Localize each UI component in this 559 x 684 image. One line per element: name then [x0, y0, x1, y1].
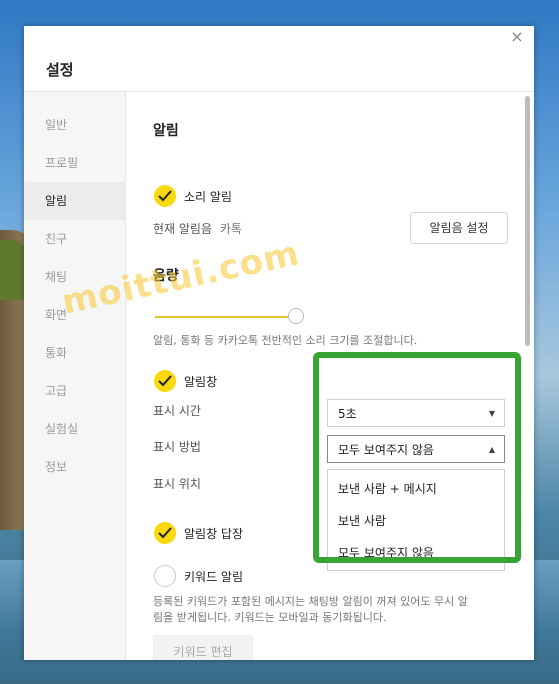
popup-reply-label: 알림창 답장 — [184, 527, 244, 541]
sidebar-item[interactable]: 알림 — [24, 182, 125, 220]
volume-slider-handle[interactable] — [288, 308, 304, 324]
keyword-edit-button[interactable]: 키워드 편집 — [153, 635, 253, 660]
display-position-label: 표시 위치 — [153, 477, 201, 491]
chevron-up-icon: ▲ — [488, 445, 495, 454]
current-sound-label-text: 현재 알림음 — [153, 222, 213, 236]
display-time-select[interactable]: 5초 ▼ — [327, 399, 505, 427]
sidebar-item[interactable]: 화면 — [24, 296, 125, 334]
sidebar-item[interactable]: 일반 — [24, 106, 125, 144]
display-method-select[interactable]: 모두 보여주지 않음 ▲ — [327, 435, 505, 463]
sidebar-item[interactable]: 고급 — [24, 372, 125, 410]
window-title: 설정 — [46, 61, 74, 79]
popup-label: 알림창 — [184, 375, 218, 389]
display-method-value: 모두 보여주지 않음 — [338, 443, 434, 457]
check-icon — [158, 190, 172, 202]
chevron-down-icon: ▼ — [488, 409, 495, 418]
current-sound-value: 카톡 — [219, 222, 242, 236]
sidebar-item[interactable]: 프로필 — [24, 144, 125, 182]
sound-alert-label: 소리 알림 — [184, 190, 232, 204]
display-time-label: 표시 시간 — [153, 404, 201, 418]
sound-alert-checkbox[interactable] — [154, 185, 176, 207]
dropdown-option-sender-message[interactable]: 보낸 사람 + 메시지 — [328, 473, 504, 505]
popup-reply-checkbox[interactable] — [154, 522, 176, 544]
close-icon[interactable]: × — [508, 28, 526, 46]
check-icon — [158, 527, 172, 539]
display-time-value: 5초 — [338, 407, 357, 421]
display-method-dropdown: 보낸 사람 + 메시지 보낸 사람 모두 보여주지 않음 — [327, 469, 505, 571]
sidebar: 일반 프로필 알림 친구 채팅 화면 통화 고급 실험실 정보 — [24, 92, 126, 660]
keyword-alert-checkbox[interactable] — [154, 565, 176, 587]
sound-settings-button[interactable]: 알림음 설정 — [410, 212, 508, 244]
volume-description: 알림, 통화 등 카카오톡 전반적인 소리 크기를 조절합니다. — [153, 334, 418, 347]
keyword-alert-label: 키워드 알림 — [184, 570, 244, 584]
check-icon — [158, 375, 172, 387]
section-title-alerts: 알림 — [153, 123, 179, 139]
sidebar-item[interactable]: 친구 — [24, 220, 125, 258]
volume-slider-track[interactable] — [155, 316, 290, 318]
sidebar-item[interactable]: 채팅 — [24, 258, 125, 296]
current-sound-label: 현재 알림음 카톡 — [153, 220, 242, 237]
scrollbar[interactable] — [525, 96, 530, 346]
display-method-label: 표시 방법 — [153, 440, 201, 454]
dropdown-option-sender[interactable]: 보낸 사람 — [328, 505, 504, 537]
sidebar-item[interactable]: 정보 — [24, 448, 125, 486]
sidebar-item[interactable]: 통화 — [24, 334, 125, 372]
popup-checkbox[interactable] — [154, 370, 176, 392]
dropdown-option-hide-all[interactable]: 모두 보여주지 않음 — [328, 537, 504, 569]
settings-content: 알림 소리 알림 현재 알림음 카톡 알림음 설정 음량 알림, 통화 등 카카… — [126, 92, 520, 660]
sidebar-item[interactable]: 실험실 — [24, 410, 125, 448]
settings-window: × 설정 일반 프로필 알림 친구 채팅 화면 통화 고급 실험실 정보 알림 소리 알림 현재 … — [24, 26, 534, 660]
section-title-volume: 음량 — [153, 268, 179, 284]
keyword-description: 등록된 키워드가 포함된 메시지는 채팅방 알림이 꺼져 있어도 무시 알림을 … — [153, 595, 468, 624]
